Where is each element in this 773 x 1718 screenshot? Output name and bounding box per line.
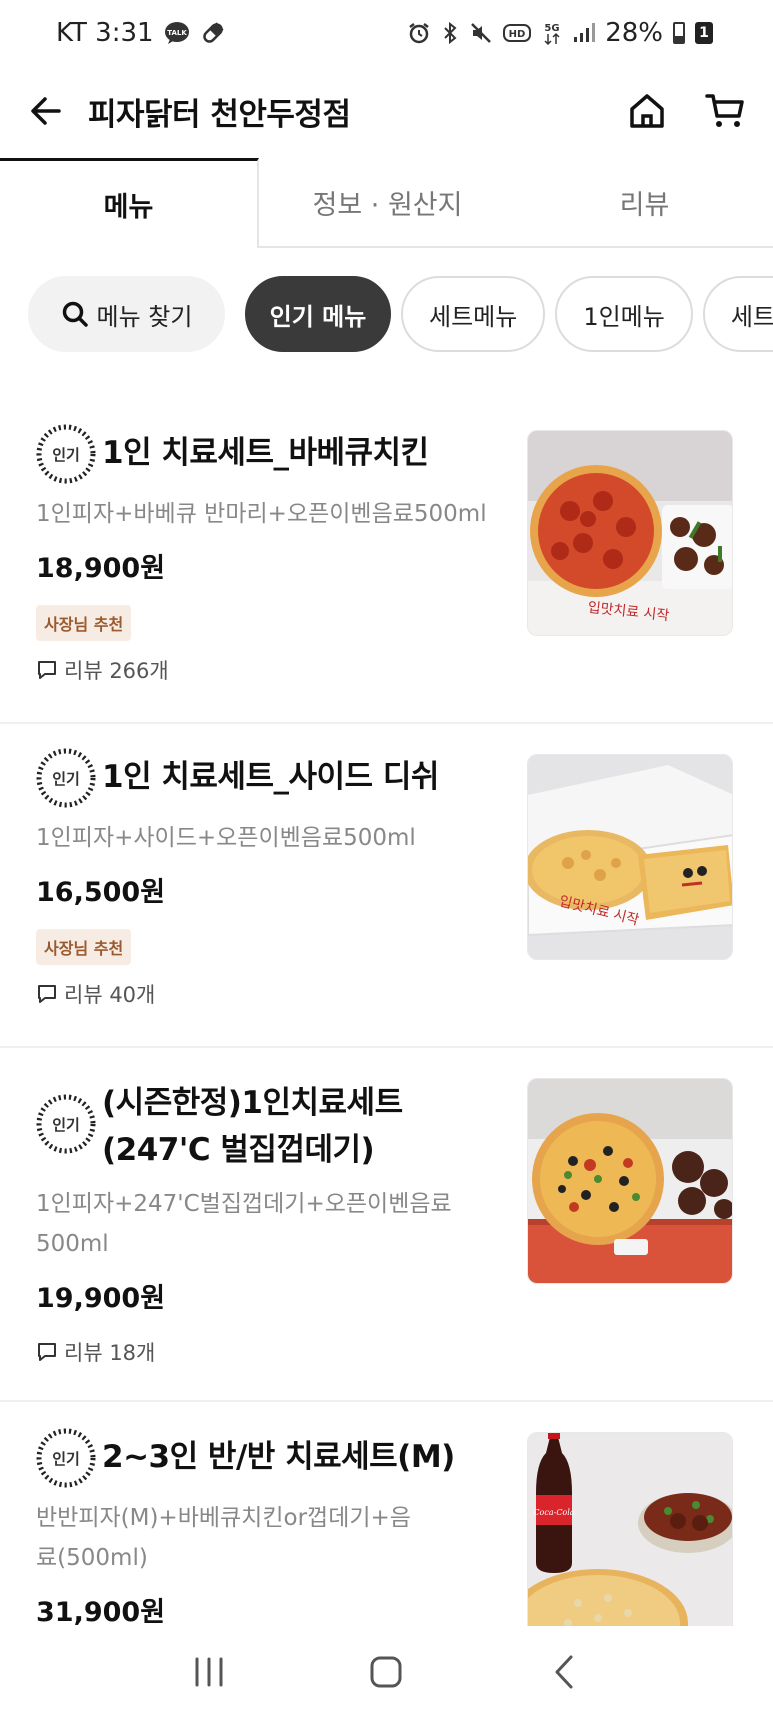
battery-percent: 28% — [605, 18, 663, 48]
home-icon — [630, 94, 664, 128]
recent-apps-button[interactable] — [179, 1642, 239, 1702]
comment-icon — [38, 661, 56, 679]
menu-item-image: 입맛치료 시작 — [527, 754, 733, 960]
mute-icon — [469, 21, 493, 45]
tab-info-origin[interactable]: 정보 · 원산지 — [259, 158, 516, 246]
tab-menu[interactable]: 메뉴 — [0, 158, 259, 248]
menu-item-desc: 1인피자+247'C벌집껍데기+오픈이벤음료500ml — [36, 1191, 452, 1257]
menu-item-name: (시즌한정)1인치료세트(247'C 벌집껍데기) — [102, 1085, 403, 1168]
system-nav-bar — [0, 1626, 773, 1718]
popular-badge-text: 인기 — [52, 769, 80, 788]
status-left: KT 3:31 TALK — [56, 18, 226, 48]
5g-icon: 5G — [541, 20, 563, 46]
cart-button[interactable] — [701, 87, 749, 135]
menu-item[interactable]: 인기 1인 치료세트_사이드 디쉬 1인피자+사이드+오픈이벤음료500ml 1… — [0, 724, 773, 1048]
review-count-label: 리뷰 40개 — [64, 983, 156, 1007]
status-right: HD 5G 28% 1 — [407, 18, 713, 48]
bluetooth-icon — [441, 21, 459, 45]
chevron-left-icon — [555, 1655, 573, 1689]
popular-badge-text: 인기 — [52, 1449, 80, 1468]
review-count-label: 리뷰 266개 — [64, 659, 169, 683]
carrier-time: KT 3:31 — [56, 18, 154, 48]
filter-chips: 메뉴 찾기 인기 메뉴 세트메뉴 1인메뉴 세트메뉴 — [0, 276, 773, 352]
sim-badge: 1 — [695, 22, 713, 44]
tab-bar: 메뉴 정보 · 원산지 리뷰 — [0, 158, 773, 248]
status-bar: KT 3:31 TALK HD 5G 28% 1 — [0, 0, 773, 66]
cola-label: Coca-Cola — [533, 1508, 574, 1517]
owner-recommend-badge: 사장님 추천 — [36, 605, 132, 641]
chip-popular-menu[interactable]: 인기 메뉴 — [245, 276, 391, 352]
menu-search-label: 메뉴 찾기 — [96, 302, 193, 331]
comment-icon — [38, 985, 56, 1003]
cart-icon — [705, 94, 744, 127]
menu-item-image: 입맛치료 시작 — [527, 430, 733, 636]
arrow-left-icon — [31, 97, 61, 125]
store-title: 피자닭터 천안두정점 — [88, 96, 351, 133]
home-nav-icon — [370, 1656, 402, 1688]
chip-set-menu[interactable]: 세트메뉴 — [401, 276, 546, 352]
menu-item-name: 1인 치료세트_사이드 디쉬 — [102, 759, 439, 795]
menu-item-name: 2~3인 반/반 치료세트(M) — [102, 1439, 455, 1475]
menu-item-desc: 1인피자+사이드+오픈이벤음료500ml — [36, 825, 416, 851]
svg-text:5G: 5G — [545, 23, 560, 34]
app-header: 피자닭터 천안두정점 — [0, 66, 773, 156]
search-icon — [62, 301, 88, 327]
menu-item-desc: 1인피자+바베큐 반마리+오픈이벤음료500ml — [36, 501, 487, 527]
svg-text:TALK: TALK — [167, 29, 187, 37]
menu-list: 인기 1인 치료세트_바베큐치킨 1인피자+바베큐 반마리+오픈이벤음료500m… — [0, 400, 773, 1702]
comment-icon — [38, 1343, 56, 1361]
owner-recommend-badge: 사장님 추천 — [36, 929, 132, 965]
menu-item[interactable]: 인기 1인 치료세트_바베큐치킨 1인피자+바베큐 반마리+오픈이벤음료500m… — [0, 400, 773, 724]
menu-search-button[interactable]: 메뉴 찾기 — [28, 276, 225, 352]
popular-badge: 인기 — [36, 1428, 96, 1488]
menu-item-desc: 반반피자(M)+바베큐치킨or껍데기+음료(500ml) — [36, 1505, 411, 1571]
signal-icon — [573, 22, 596, 44]
menu-item[interactable]: 인기 (시즌한정)1인치료세트(247'C 벌집껍데기) 1인피자+247'C벌… — [0, 1048, 773, 1402]
chip-set-menu-2[interactable]: 세트메뉴 — [702, 276, 773, 352]
tab-reviews[interactable]: 리뷰 — [516, 158, 773, 246]
popular-badge: 인기 — [36, 1094, 96, 1154]
alarm-icon — [407, 21, 431, 45]
menu-item-image — [527, 1078, 733, 1284]
home-nav-button[interactable] — [356, 1642, 416, 1702]
popular-badge: 인기 — [36, 748, 96, 808]
menu-item-name: 1인 치료세트_바베큐치킨 — [102, 435, 429, 471]
review-count: 리뷰 18개 — [36, 1337, 773, 1367]
svg-text:HD: HD — [509, 29, 526, 40]
popular-badge-text: 인기 — [52, 445, 80, 464]
home-button[interactable] — [623, 87, 671, 135]
menu-item-image: Coca-Cola — [527, 1432, 733, 1628]
talk-icon: TALK — [164, 21, 190, 45]
review-count: 리뷰 266개 — [36, 655, 773, 685]
back-button[interactable] — [24, 89, 68, 133]
battery-icon — [673, 22, 685, 44]
pill-icon — [200, 20, 226, 46]
hd-icon: HD — [503, 22, 532, 44]
back-nav-button[interactable] — [534, 1642, 594, 1702]
review-count-label: 리뷰 18개 — [64, 1341, 156, 1365]
header-actions — [623, 87, 749, 135]
chip-single-menu[interactable]: 1인메뉴 — [555, 276, 693, 352]
popular-badge-text: 인기 — [52, 1115, 80, 1134]
review-count: 리뷰 40개 — [36, 979, 773, 1009]
popular-badge: 인기 — [36, 424, 96, 484]
recent-apps-icon — [195, 1657, 223, 1687]
